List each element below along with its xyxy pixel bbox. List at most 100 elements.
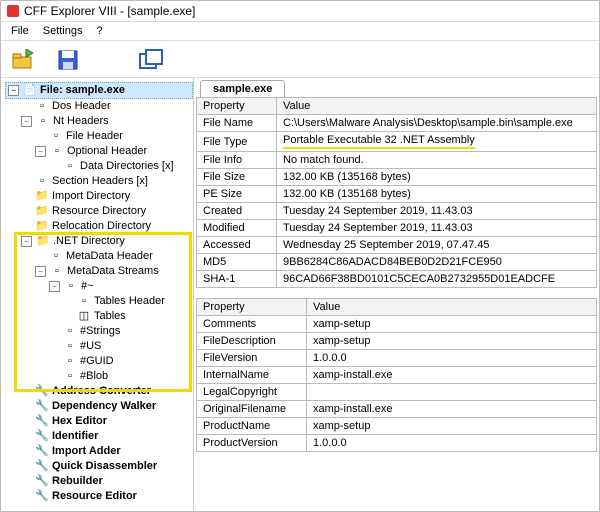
cell-value: Tuesday 24 September 2019, 11.43.03	[277, 220, 597, 237]
cell-property: ProductName	[197, 418, 307, 435]
collapse-icon[interactable]: −	[49, 281, 60, 292]
tree-quick-disassembler[interactable]: 🔧Quick Disassembler	[19, 459, 193, 474]
table-row[interactable]: MD59BB6284C86ADACD84BEB0D2D21FCE950	[197, 254, 597, 271]
cell-value: xamp-install.exe	[307, 401, 597, 418]
tree-nt-headers[interactable]: −▫Nt Headers	[19, 114, 193, 129]
tree-hex-editor[interactable]: 🔧Hex Editor	[19, 414, 193, 429]
title-bar: CFF Explorer VIII - [sample.exe]	[1, 1, 599, 22]
cell-value: C:\Users\Malware Analysis\Desktop\sample…	[277, 115, 597, 132]
table-row[interactable]: ModifiedTuesday 24 September 2019, 11.43…	[197, 220, 597, 237]
tree-optional-header[interactable]: −▫Optional Header	[33, 144, 193, 159]
table-row[interactable]: CreatedTuesday 24 September 2019, 11.43.…	[197, 203, 597, 220]
table-row[interactable]: AccessedWednesday 25 September 2019, 07.…	[197, 237, 597, 254]
node-icon: ▫	[35, 176, 49, 188]
menu-file[interactable]: File	[5, 23, 35, 39]
cell-property: File Size	[197, 169, 277, 186]
tree-resource-directory[interactable]: 📁Resource Directory	[19, 204, 193, 219]
cell-property: Modified	[197, 220, 277, 237]
cell-property: Comments	[197, 316, 307, 333]
tree-tilde[interactable]: −▫#~	[47, 279, 193, 294]
tool-icon: 🔧	[35, 431, 49, 443]
windows-icon[interactable]	[137, 47, 167, 73]
cell-value: 1.0.0.0	[307, 350, 597, 367]
tree-rebuilder[interactable]: 🔧Rebuilder	[19, 474, 193, 489]
table-row[interactable]: File Size132.00 KB (135168 bytes)	[197, 169, 597, 186]
table-row[interactable]: ProductVersion1.0.0.0	[197, 435, 597, 452]
tree-metadata-header[interactable]: ▫MetaData Header	[33, 249, 193, 264]
table-row[interactable]: File NameC:\Users\Malware Analysis\Deskt…	[197, 115, 597, 132]
node-icon: ▫	[36, 116, 50, 128]
table-row[interactable]: Commentsxamp-setup	[197, 316, 597, 333]
table-row[interactable]: LegalCopyright	[197, 384, 597, 401]
table-row[interactable]: File InfoNo match found.	[197, 152, 597, 169]
cell-value: xamp-setup	[307, 333, 597, 350]
menu-help[interactable]: ?	[90, 23, 108, 39]
tree-identifier[interactable]: 🔧Identifier	[19, 429, 193, 444]
collapse-icon[interactable]: −	[21, 116, 32, 127]
tree-strings[interactable]: ▫#Strings	[47, 324, 193, 339]
node-icon: ▫	[63, 161, 77, 173]
cell-property: FileVersion	[197, 350, 307, 367]
cell-value: xamp-install.exe	[307, 367, 597, 384]
folder-icon: 📁	[35, 191, 49, 203]
cell-property: MD5	[197, 254, 277, 271]
tree-metadata-streams[interactable]: −▫MetaData Streams	[33, 264, 193, 279]
cell-property: ProductVersion	[197, 435, 307, 452]
table-row[interactable]: InternalNamexamp-install.exe	[197, 367, 597, 384]
cell-property: File Type	[197, 132, 277, 152]
collapse-icon[interactable]: −	[8, 85, 19, 96]
tool-icon: 🔧	[35, 416, 49, 428]
save-icon[interactable]	[53, 47, 83, 73]
table-row[interactable]: FileDescriptionxamp-setup	[197, 333, 597, 350]
tree-view[interactable]: −📄File: sample.exe ▫Dos Header −▫Nt Head…	[1, 78, 193, 511]
tree-resource-editor[interactable]: 🔧Resource Editor	[19, 489, 193, 504]
col-value[interactable]: Value	[307, 299, 597, 316]
app-window: CFF Explorer VIII - [sample.exe] File Se…	[0, 0, 600, 512]
tree-dependency-walker[interactable]: 🔧Dependency Walker	[19, 399, 193, 414]
open-icon[interactable]	[9, 47, 39, 73]
properties-grid-2: PropertyValue Commentsxamp-setupFileDesc…	[196, 298, 597, 452]
tree-us[interactable]: ▫#US	[47, 339, 193, 354]
table-row[interactable]: OriginalFilenamexamp-install.exe	[197, 401, 597, 418]
node-icon: ▫	[63, 356, 77, 368]
tree-import-directory[interactable]: 📁Import Directory	[19, 189, 193, 204]
col-property[interactable]: Property	[197, 299, 307, 316]
cell-value	[307, 384, 597, 401]
menu-settings[interactable]: Settings	[37, 23, 89, 39]
cell-property: File Info	[197, 152, 277, 169]
col-property[interactable]: Property	[197, 98, 277, 115]
cell-value: xamp-setup	[307, 418, 597, 435]
cell-property: OriginalFilename	[197, 401, 307, 418]
tree-relocation-directory[interactable]: 📁Relocation Directory	[19, 219, 193, 234]
table-row[interactable]: ProductNamexamp-setup	[197, 418, 597, 435]
collapse-icon[interactable]: −	[35, 146, 46, 157]
node-icon: ▫	[49, 131, 63, 143]
tree-file-root[interactable]: −📄File: sample.exe	[5, 82, 193, 99]
tree-guid[interactable]: ▫#GUID	[47, 354, 193, 369]
table-row[interactable]: FileVersion1.0.0.0	[197, 350, 597, 367]
node-icon: ▫	[63, 371, 77, 383]
tree-tables[interactable]: ◫Tables	[61, 309, 193, 324]
table-row[interactable]: SHA-196CAD66F38BD0101C5CECA0B2732955D01E…	[197, 271, 597, 288]
tab-sample-exe[interactable]: sample.exe	[200, 80, 285, 97]
cell-value: 132.00 KB (135168 bytes)	[277, 169, 597, 186]
tree-dos-header[interactable]: ▫Dos Header	[19, 99, 193, 114]
tree-address-converter[interactable]: 🔧Address Converter	[19, 384, 193, 399]
table-row[interactable]: PE Size132.00 KB (135168 bytes)	[197, 186, 597, 203]
tree-import-adder[interactable]: 🔧Import Adder	[19, 444, 193, 459]
table-row[interactable]: File TypePortable Executable 32 .NET Ass…	[197, 132, 597, 152]
cell-value: 96CAD66F38BD0101C5CECA0B2732955D01EADCFE	[277, 271, 597, 288]
tool-icon: 🔧	[35, 446, 49, 458]
cell-property: FileDescription	[197, 333, 307, 350]
node-icon: ▫	[50, 146, 64, 158]
collapse-icon[interactable]: −	[35, 266, 46, 277]
tree-section-headers[interactable]: ▫Section Headers [x]	[19, 174, 193, 189]
tree-net-directory[interactable]: −📁.NET Directory	[19, 234, 193, 249]
tree-tables-header[interactable]: ▫Tables Header	[61, 294, 193, 309]
tree-data-directories[interactable]: ▫Data Directories [x]	[47, 159, 193, 174]
tree-blob[interactable]: ▫#Blob	[47, 369, 193, 384]
col-value[interactable]: Value	[277, 98, 597, 115]
tree-file-header[interactable]: ▫File Header	[33, 129, 193, 144]
cell-value: 132.00 KB (135168 bytes)	[277, 186, 597, 203]
collapse-icon[interactable]: −	[21, 236, 32, 247]
